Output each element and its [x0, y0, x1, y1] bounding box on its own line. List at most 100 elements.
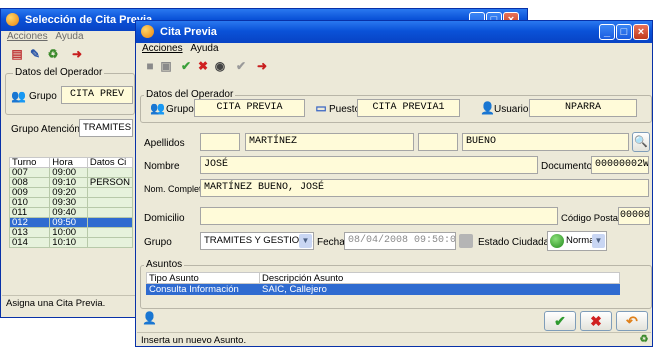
table-row[interactable]: 011 09:40: [8, 207, 134, 218]
nom-completo-field[interactable]: MARTÍNEZ BUENO, JOSÉ: [200, 179, 649, 197]
asuntos-row-selected[interactable]: Consulta Información SAIC, Callejero: [146, 283, 620, 295]
minimize-icon: _: [603, 26, 611, 38]
grupo-label: Grupo: [166, 104, 194, 115]
back-button[interactable]: ↶: [616, 311, 648, 331]
table-row-selected[interactable]: 012 09:50: [8, 217, 134, 228]
documento-label: Documento: [541, 161, 593, 172]
cell-hora: 09:30: [49, 197, 88, 208]
col-tipo-asunto[interactable]: Tipo Asunto: [146, 272, 260, 284]
apellido-prefix1-field[interactable]: [200, 133, 240, 151]
cell-datos: [86, 227, 134, 238]
minimize-button[interactable]: _: [599, 24, 615, 40]
add-asunto-icon[interactable]: 👤: [142, 311, 157, 325]
grupo-select[interactable]: TRAMITES Y GESTIONES ▼: [200, 232, 314, 250]
edit-icon[interactable]: ✎: [28, 47, 42, 61]
calendar-icon[interactable]: [459, 234, 473, 248]
front-titlebar: Cita Previa _ □ ×: [136, 21, 652, 43]
front-menubar: Acciones Ayuda: [137, 43, 651, 57]
cell-datos: [86, 197, 134, 208]
puesto-field: CITA PREVIA1: [357, 99, 460, 117]
table-row[interactable]: 013 10:00: [8, 227, 134, 238]
back-status-text: Asigna una Cita Previa.: [6, 298, 106, 309]
cancel-icon[interactable]: ✖: [196, 59, 210, 73]
table-row[interactable]: 007 09:00: [8, 167, 134, 178]
maximize-button[interactable]: □: [616, 24, 632, 40]
nom-completo-label: Nom. Completo: [144, 184, 207, 194]
cell-turno: 008: [8, 177, 51, 188]
menu-ayuda[interactable]: Ayuda: [190, 43, 218, 54]
close-icon: ×: [637, 26, 645, 38]
users-icon: 👥: [11, 89, 26, 103]
codigo-postal-field[interactable]: 00000: [618, 207, 650, 225]
cell-turno: 012: [8, 217, 51, 228]
app-icon: [141, 25, 154, 38]
recycle-icon[interactable]: ♻: [46, 47, 60, 61]
cell-datos: PERSON: [86, 177, 134, 188]
estado-select[interactable]: Normal ▼: [547, 231, 607, 251]
menu-ayuda[interactable]: Ayuda: [55, 31, 83, 42]
check-icon: ✔: [554, 313, 566, 329]
back-grupo-atencion-select[interactable]: TRAMITES Y G: [79, 119, 133, 137]
table-row[interactable]: 009 09:20: [8, 187, 134, 198]
usuario-label: Usuario: [494, 104, 529, 115]
chevron-down-icon: ▼: [592, 234, 605, 248]
usuario-field: NPARRA: [529, 99, 637, 117]
back-grupo-field: CITA PREV: [61, 86, 133, 104]
apellido2-field[interactable]: BUENO: [462, 133, 629, 151]
accept-icon[interactable]: ✔: [234, 59, 248, 73]
col-descripcion-asunto[interactable]: Descripción Asunto: [259, 272, 620, 284]
cell-datos: [86, 237, 134, 248]
monitor-icon: ▭: [315, 101, 327, 115]
exit-icon[interactable]: ➜: [70, 47, 84, 61]
grupo2-label: Grupo: [144, 237, 172, 248]
apellido1-field[interactable]: MARTÍNEZ: [245, 133, 414, 151]
cell-turno: 013: [8, 227, 51, 238]
nombre-field[interactable]: JOSÉ: [200, 156, 538, 174]
menu-acciones[interactable]: Acciones: [142, 43, 183, 54]
check-icon[interactable]: ✔: [179, 59, 193, 73]
document-icon[interactable]: ▤: [10, 47, 24, 61]
close-button[interactable]: ×: [633, 24, 649, 40]
cell-datos: [86, 207, 134, 218]
back-grupo-atencion-label: Grupo Atención: [11, 124, 80, 135]
asuntos-table: Tipo Asunto Descripción Asunto Consulta …: [146, 272, 620, 295]
cell-descripcion: SAIC, Callejero: [259, 283, 620, 295]
cell-turno: 014: [8, 237, 51, 248]
table-row[interactable]: 008 09:10 PERSON: [8, 177, 134, 188]
maximize-icon: □: [620, 26, 628, 38]
users-icon: 👥: [150, 101, 165, 115]
back-operator-legend: Datos del Operador: [13, 67, 105, 78]
domicilio-field[interactable]: [200, 207, 558, 225]
apellidos-label: Apellidos: [144, 138, 185, 149]
grupo-select-value: TRAMITES Y GESTIONES: [204, 235, 314, 246]
cell-hora: 10:10: [49, 237, 88, 248]
table-row[interactable]: 010 09:30: [8, 197, 134, 208]
col-turno[interactable]: Turno: [8, 157, 51, 168]
cell-hora: 10:00: [49, 227, 88, 238]
cell-datos: [86, 187, 134, 198]
chevron-down-icon: ▼: [299, 234, 312, 248]
accept-button[interactable]: ✔: [544, 311, 576, 331]
search-icon: 🔍: [634, 136, 648, 148]
front-window: Cita Previa _ □ × Acciones Ayuda ■ ▣ ✔ ✖…: [135, 20, 653, 347]
view-icon[interactable]: ◉: [213, 59, 227, 73]
fecha-field: 08/04/2008 09:50:00: [344, 232, 456, 250]
back-grupo-label: Grupo: [29, 91, 57, 102]
domicilio-label: Domicilio: [144, 213, 185, 224]
cancel-button[interactable]: ✖: [580, 311, 612, 331]
col-datos[interactable]: Datos Ci: [86, 157, 134, 168]
documento-field[interactable]: 00000002W: [591, 156, 649, 174]
back-window-title: Selección de Cita Previa: [25, 14, 153, 26]
copy-icon[interactable]: ▣: [159, 59, 173, 73]
front-statusbar: Inserta un nuevo Asunto. ♻: [137, 332, 651, 348]
col-hora[interactable]: Hora: [49, 157, 88, 168]
asuntos-legend: Asuntos: [144, 259, 185, 270]
exit-icon[interactable]: ➜: [255, 59, 269, 73]
apellido-prefix2-field[interactable]: [418, 133, 458, 151]
table-row[interactable]: 014 10:10: [8, 237, 134, 248]
search-person-button[interactable]: 🔍: [632, 132, 650, 152]
cell-hora: 09:20: [49, 187, 88, 198]
save-icon[interactable]: ■: [143, 59, 157, 73]
menu-acciones[interactable]: Acciones: [7, 31, 48, 42]
cell-turno: 009: [8, 187, 51, 198]
